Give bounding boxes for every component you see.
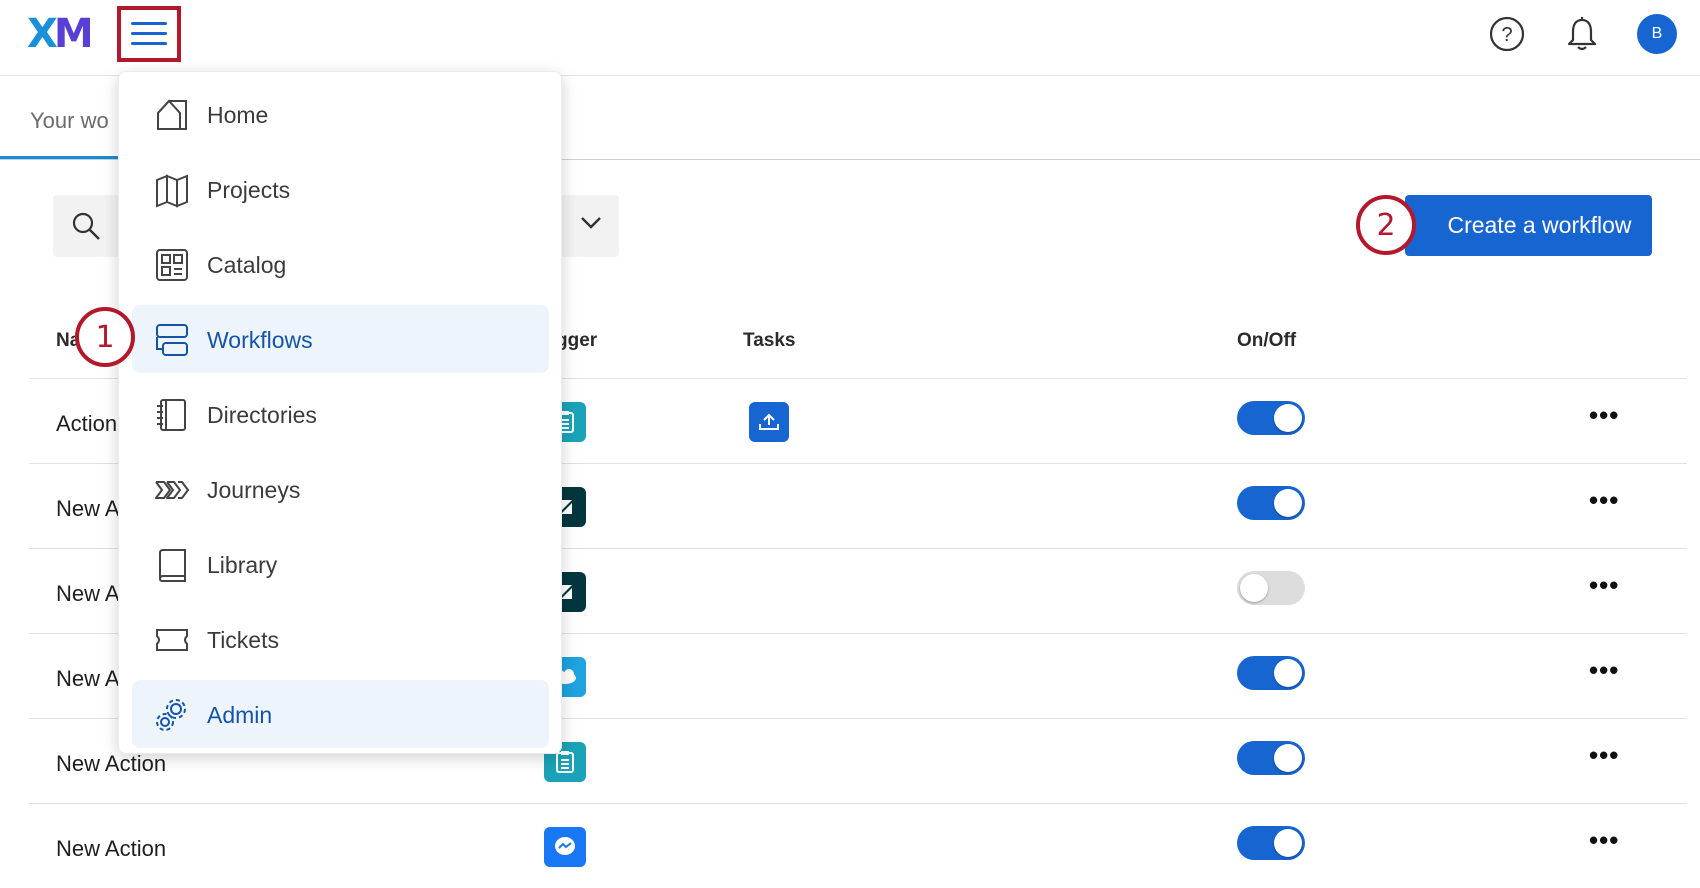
active-tab-underline <box>0 156 130 159</box>
upload-icon <box>749 402 789 442</box>
top-bar: XM ? B <box>0 0 1700 76</box>
logo-m: M <box>53 11 94 57</box>
projects-icon <box>156 174 188 208</box>
on-off-toggle[interactable] <box>1237 571 1305 605</box>
on-off-toggle[interactable] <box>1237 486 1305 520</box>
xm-logo[interactable]: XM <box>27 11 94 57</box>
menu-item-label: Projects <box>207 177 291 203</box>
menu-item-label: Admin <box>207 702 273 728</box>
messenger-icon <box>544 827 586 867</box>
toggle-knob <box>1274 744 1302 772</box>
menu-item-label: Workflows <box>207 327 313 353</box>
library-icon <box>159 549 186 582</box>
more-options-button[interactable]: ••• <box>1589 657 1619 683</box>
menu-item-projects[interactable]: Projects <box>132 155 549 223</box>
avatar[interactable]: B <box>1637 14 1677 54</box>
navigation-menu: Home Projects Catalog Workflows Director… <box>118 71 562 754</box>
menu-item-library[interactable]: Library <box>132 530 549 598</box>
notifications-button[interactable] <box>1563 15 1601 53</box>
menu-item-label: Journeys <box>207 477 301 503</box>
menu-item-journeys[interactable]: Journeys <box>132 455 549 523</box>
menu-toggle-button[interactable] <box>117 6 181 62</box>
journeys-icon <box>155 481 189 499</box>
on-off-toggle[interactable] <box>1237 741 1305 775</box>
admin-gear-icon <box>156 699 186 731</box>
logo-x: X <box>27 11 58 57</box>
row-name[interactable]: New A <box>56 581 120 607</box>
workflows-icon <box>156 324 188 356</box>
toggle-knob <box>1274 829 1302 857</box>
row-name[interactable]: New Action <box>56 751 166 777</box>
hamburger-icon <box>131 22 167 45</box>
directories-icon <box>157 399 186 431</box>
catalog-icon <box>156 249 188 281</box>
menu-item-tickets[interactable]: Tickets <box>132 605 549 673</box>
toggle-knob <box>1274 489 1302 517</box>
search-icon <box>72 212 100 240</box>
menu-item-home[interactable]: Home <box>132 80 549 148</box>
callout-1: 1 <box>75 307 135 367</box>
on-off-toggle[interactable] <box>1237 656 1305 690</box>
table-row[interactable]: New Action ••• <box>29 803 1687 888</box>
on-off-toggle[interactable] <box>1237 826 1305 860</box>
menu-item-workflows[interactable]: Workflows <box>132 305 549 373</box>
svg-text:?: ? <box>1501 24 1512 46</box>
menu-item-catalog[interactable]: Catalog <box>132 230 549 298</box>
chevron-down-icon[interactable] <box>580 216 602 230</box>
column-header-onoff[interactable]: On/Off <box>1237 330 1296 352</box>
menu-item-label: Directories <box>207 402 317 428</box>
column-header-trigger[interactable]: gger <box>556 330 597 352</box>
tickets-icon <box>156 629 188 651</box>
tab-your-workflows[interactable]: Your wo <box>30 108 109 134</box>
row-name[interactable]: New Action <box>56 836 166 862</box>
more-options-button[interactable]: ••• <box>1589 402 1619 428</box>
more-options-button[interactable]: ••• <box>1589 572 1619 598</box>
row-name[interactable]: New A <box>56 496 120 522</box>
menu-item-label: Catalog <box>207 252 287 278</box>
create-workflow-label: Create a workflow <box>1447 212 1632 238</box>
toggle-knob <box>1240 574 1268 602</box>
bell-icon <box>1567 17 1597 51</box>
menu-item-label: Home <box>207 102 269 128</box>
more-options-button[interactable]: ••• <box>1589 487 1619 513</box>
help-button[interactable]: ? <box>1488 15 1526 53</box>
callout-2: 2 <box>1356 195 1416 255</box>
home-icon <box>157 99 187 130</box>
row-name[interactable]: Action <box>56 411 117 437</box>
more-options-button[interactable]: ••• <box>1589 742 1619 768</box>
help-icon: ? <box>1489 16 1525 52</box>
column-header-tasks[interactable]: Tasks <box>743 330 795 352</box>
row-name[interactable]: New A <box>56 666 120 692</box>
menu-item-admin[interactable]: Admin <box>132 680 549 748</box>
menu-item-label: Tickets <box>207 627 279 653</box>
toggle-knob <box>1274 404 1302 432</box>
create-workflow-button[interactable]: Create a workflow <box>1405 195 1652 256</box>
more-options-button[interactable]: ••• <box>1589 827 1619 853</box>
menu-item-label: Library <box>207 552 278 578</box>
menu-item-directories[interactable]: Directories <box>132 380 549 448</box>
toggle-knob <box>1274 659 1302 687</box>
on-off-toggle[interactable] <box>1237 401 1305 435</box>
